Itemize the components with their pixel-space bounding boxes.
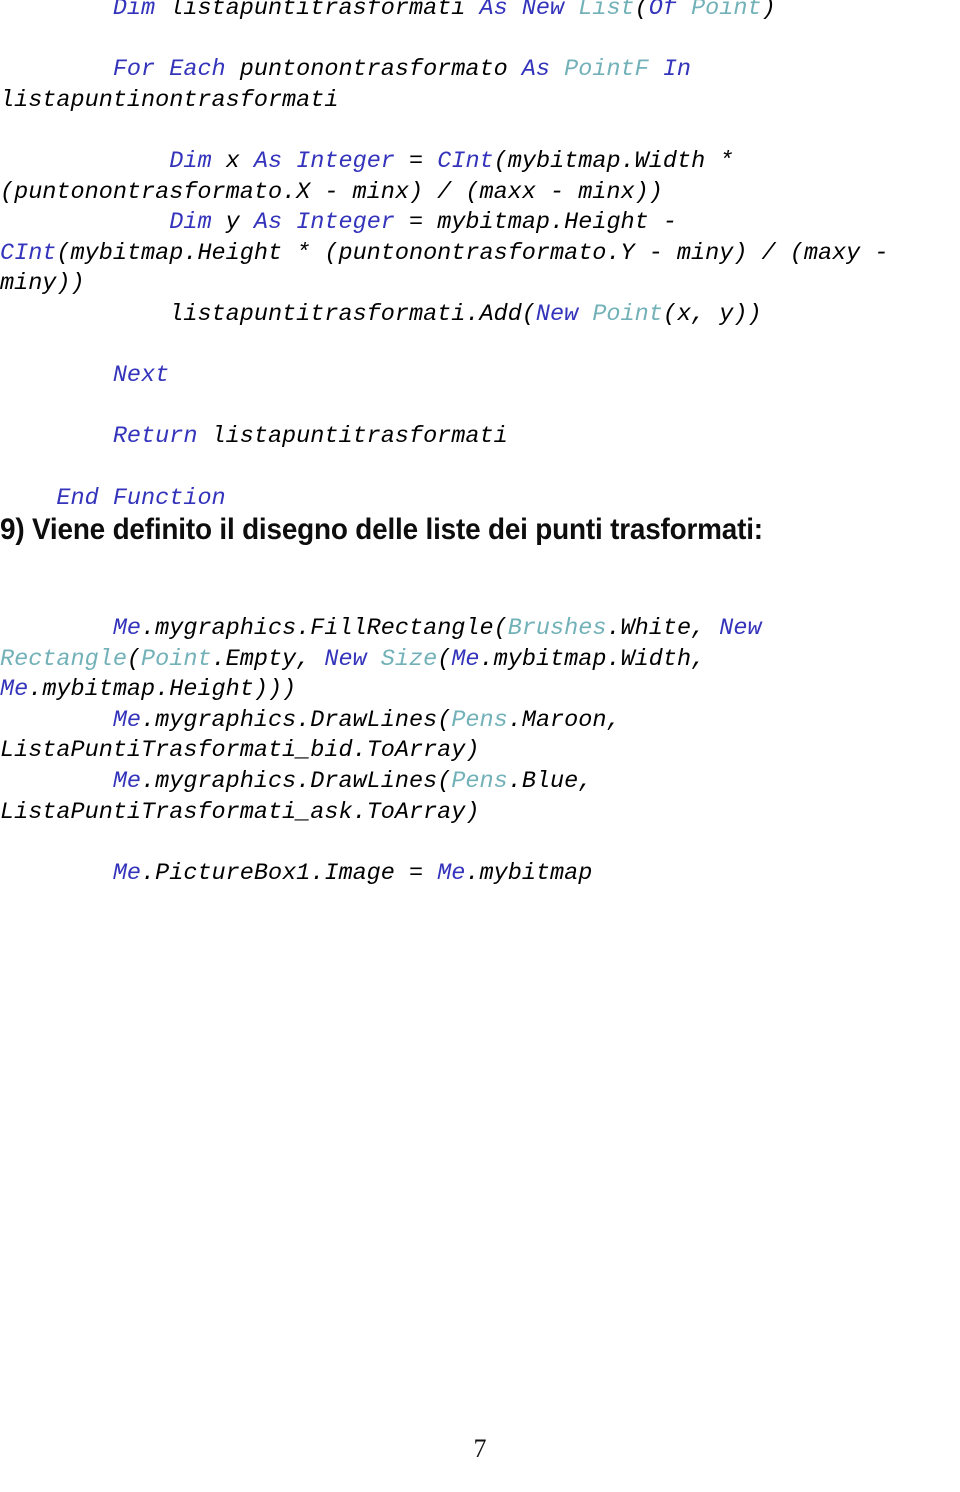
code-line: Next bbox=[0, 361, 960, 392]
code-keyword: Me bbox=[437, 859, 466, 887]
code-keyword: As Integer bbox=[253, 147, 410, 175]
code-type: Point bbox=[141, 645, 212, 673]
code-keyword: In bbox=[662, 56, 706, 84]
code-keyword: Me bbox=[112, 615, 142, 642]
code-text: .mybitmap.Height))) bbox=[28, 676, 297, 704]
code-keyword: End Function bbox=[56, 484, 226, 512]
code-line: For Each puntonontrasformato As PointF I… bbox=[0, 55, 960, 116]
code-text: listapuntitrasformati.Add( bbox=[0, 300, 536, 328]
code-keyword: Me bbox=[451, 645, 480, 673]
code-text: .PictureBox1.Image = bbox=[141, 859, 438, 887]
code-keyword: Dim bbox=[169, 147, 226, 175]
code-text: ) bbox=[761, 0, 776, 22]
code-text: (mybitmap.Height * (puntonontrasformato.… bbox=[0, 239, 903, 298]
code-text: .mybitmap bbox=[465, 859, 593, 887]
code-text: y bbox=[225, 209, 254, 237]
code-line: Me.PictureBox1.Image = Me.mybitmap bbox=[0, 859, 960, 890]
code-text: .Empty, bbox=[211, 645, 325, 673]
code-text: .White, bbox=[606, 615, 720, 642]
code-line: listapuntitrasformati.Add(New Point(x, y… bbox=[0, 300, 960, 331]
code-keyword: New bbox=[324, 645, 381, 673]
code-type: Point bbox=[592, 300, 663, 328]
code-keyword: Next bbox=[112, 362, 170, 390]
code-keyword: Me bbox=[0, 676, 29, 704]
code-line: Dim x As Integer = CInt(mybitmap.Width *… bbox=[0, 147, 960, 208]
code-keyword: Me bbox=[112, 706, 142, 734]
code-keyword: Dim bbox=[112, 0, 170, 22]
code-keyword: Dim bbox=[169, 209, 226, 237]
code-keyword: CInt bbox=[0, 239, 57, 267]
code-line: Dim listapuntitrasformati As New List(Of… bbox=[0, 0, 960, 25]
code-text: listapuntitrasformati bbox=[169, 0, 480, 22]
code-line: Return listapuntitrasformati bbox=[0, 422, 960, 453]
code-text: .mygraphics.DrawLines( bbox=[141, 767, 452, 795]
code-type: Brushes bbox=[507, 615, 607, 642]
code-keyword: Return bbox=[112, 423, 212, 451]
code-text: .mygraphics.FillRectangle( bbox=[141, 615, 508, 642]
code-keyword: New bbox=[535, 300, 593, 328]
code-keyword: Of bbox=[648, 0, 692, 22]
section-heading: 9) Viene definito il disegno delle liste… bbox=[0, 513, 763, 546]
code-text: = bbox=[409, 147, 438, 175]
code-type: Point bbox=[691, 0, 762, 22]
code-line: Me.mygraphics.DrawLines(Pens.Maroon, Lis… bbox=[0, 706, 960, 767]
code-type: List bbox=[578, 0, 635, 22]
code-keyword: Me bbox=[112, 767, 142, 795]
code-type: Pens bbox=[451, 706, 508, 734]
code-keyword: As bbox=[521, 56, 565, 84]
code-keyword: For Each bbox=[112, 56, 240, 84]
code-text: x bbox=[225, 147, 254, 175]
code-text: ( bbox=[437, 645, 452, 673]
code-text: ( bbox=[634, 0, 649, 22]
code-type: Rectangle bbox=[0, 645, 127, 673]
code-keyword: As Integer bbox=[253, 209, 410, 237]
code-listing-lower: Me.mygraphics.FillRectangle(Brushes.Whit… bbox=[0, 614, 960, 889]
code-text: .mygraphics.DrawLines( bbox=[141, 706, 452, 734]
code-line: Dim y As Integer = mybitmap.Height - CIn… bbox=[0, 208, 960, 300]
code-text: .mybitmap.Width, bbox=[479, 645, 720, 673]
code-text: listapuntinontrasformati bbox=[0, 86, 339, 114]
code-keyword: As New bbox=[479, 0, 579, 22]
page-number: 7 bbox=[473, 1434, 487, 1463]
code-text: = mybitmap.Height - bbox=[409, 209, 692, 237]
code-keyword: Me bbox=[112, 859, 142, 887]
code-type: Pens bbox=[451, 767, 508, 795]
code-text: puntonontrasformato bbox=[239, 56, 522, 84]
code-line: Me.mygraphics.FillRectangle(Brushes.Whit… bbox=[0, 614, 960, 706]
code-listing-upper: Dim listapuntitrasformati As New List(Of… bbox=[0, 0, 960, 514]
code-type: Size bbox=[380, 645, 438, 673]
code-line: End Function bbox=[0, 484, 960, 515]
code-line: Me.mygraphics.DrawLines(Pens.Blue, Lista… bbox=[0, 767, 960, 828]
code-keyword: CInt bbox=[437, 147, 494, 175]
code-text: ( bbox=[126, 645, 142, 673]
code-keyword: New bbox=[719, 615, 776, 642]
document-page: Dim listapuntitrasformati As New List(Of… bbox=[0, 0, 960, 1492]
code-text: listapuntitrasformati bbox=[211, 423, 508, 451]
code-text: (x, y)) bbox=[662, 300, 762, 328]
code-type: PointF bbox=[564, 56, 663, 84]
